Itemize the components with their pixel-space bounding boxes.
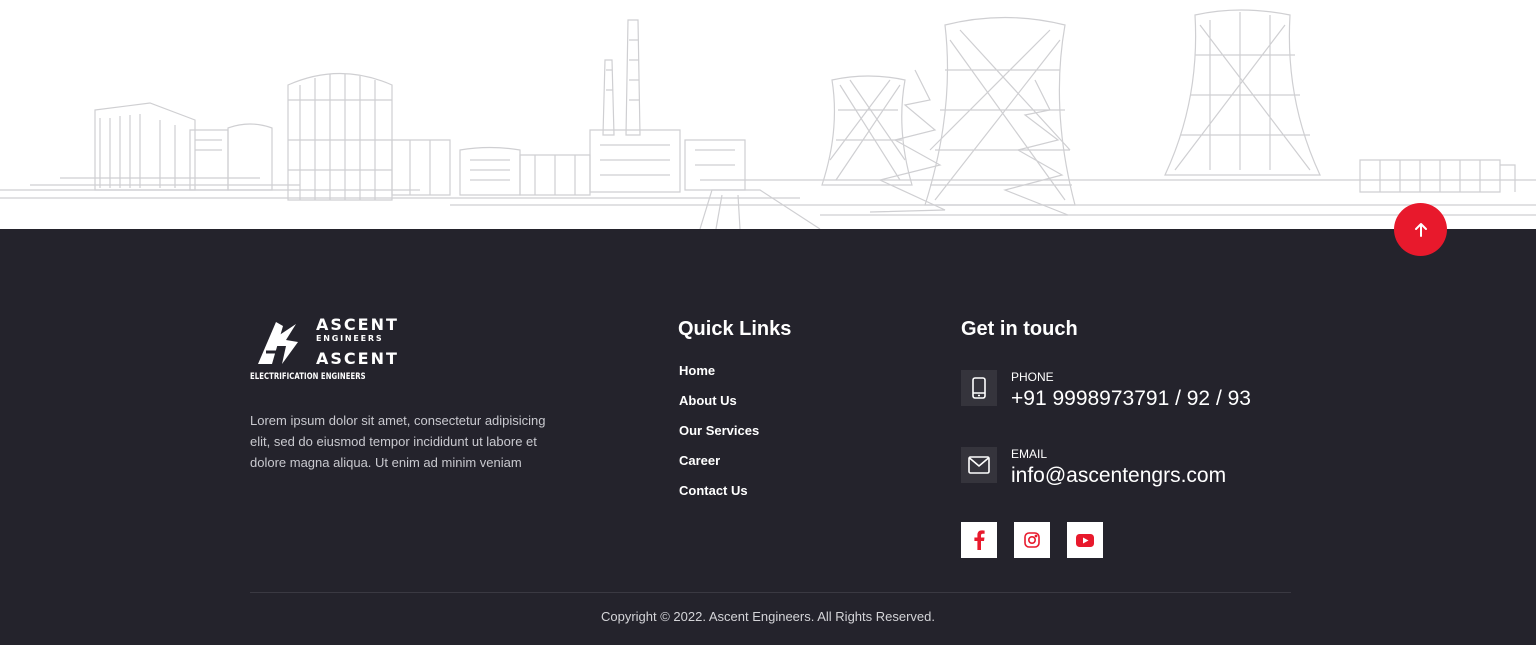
quick-link-item: Our Services	[679, 421, 759, 451]
mail-icon-box	[961, 447, 997, 483]
logo-secondary-name: ASCENT	[316, 349, 399, 368]
logo-secondary-sub: ELECTRIFICATION ENGINEERS	[250, 371, 366, 381]
copyright-text: Copyright © 2022. Ascent Engineers. All …	[600, 609, 936, 624]
facebook-icon	[974, 530, 985, 550]
site-footer	[0, 229, 1536, 645]
back-to-top-button[interactable]	[1394, 203, 1447, 256]
footer-logo[interactable]: ASCENT ENGINEERS ASCENT ELECTRIFICATION …	[250, 316, 397, 384]
email-link[interactable]: info@ascentengrs.com	[1011, 464, 1226, 488]
ascent-logo-icon	[258, 322, 298, 364]
quick-links-title: Quick Links	[678, 318, 792, 340]
logo-primary-name: ASCENT	[316, 315, 399, 334]
phone-number-link[interactable]: +91 9998973791 / 92 / 93	[1011, 387, 1251, 411]
youtube-icon	[1076, 533, 1094, 547]
footer-about-text: Lorem ipsum dolor sit amet, consectetur …	[250, 413, 546, 470]
quick-links-list: Home About Us Our Services Career Contac…	[679, 361, 759, 511]
quick-link-item: About Us	[679, 391, 759, 421]
instagram-icon	[1024, 532, 1040, 548]
phone-label: PHONE	[1011, 370, 1054, 384]
instagram-link[interactable]	[1014, 522, 1050, 558]
phone-icon-box	[961, 370, 997, 406]
logo-primary-sub: ENGINEERS	[316, 334, 384, 343]
email-label: EMAIL	[1011, 447, 1048, 461]
youtube-link[interactable]	[1067, 522, 1103, 558]
facebook-link[interactable]	[961, 522, 997, 558]
quick-link-contact-us[interactable]: Contact Us	[679, 483, 748, 498]
quick-link-home[interactable]: Home	[679, 363, 715, 378]
phone-icon	[972, 377, 986, 399]
quick-link-about-us[interactable]: About Us	[679, 393, 737, 408]
quick-link-item: Contact Us	[679, 481, 759, 511]
footer-divider	[250, 592, 1291, 593]
quick-link-our-services[interactable]: Our Services	[679, 423, 759, 438]
industrial-skyline-illustration	[0, 0, 1536, 229]
mail-icon	[968, 456, 990, 474]
quick-link-career[interactable]: Career	[679, 453, 720, 468]
quick-link-item: Home	[679, 361, 759, 391]
arrow-up-icon	[1414, 222, 1427, 237]
quick-link-item: Career	[679, 451, 759, 481]
get-in-touch-title: Get in touch	[961, 318, 1078, 340]
